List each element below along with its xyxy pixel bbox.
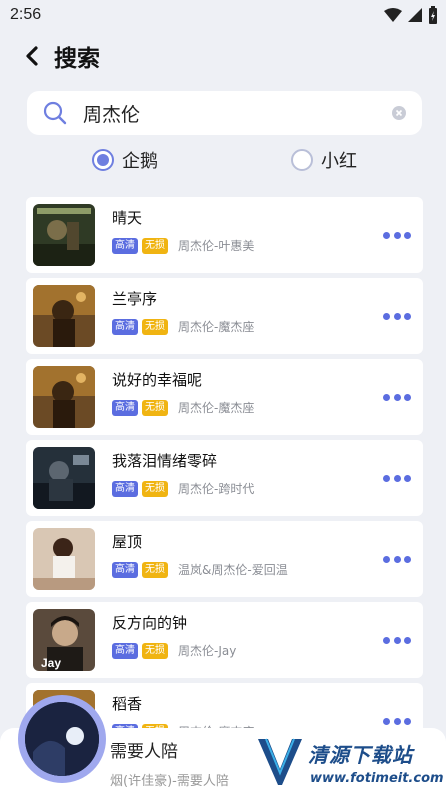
album-cover <box>33 285 95 347</box>
cover-text: Jay <box>41 656 61 670</box>
source-label: 企鹅 <box>122 151 158 172</box>
chevron-left-icon <box>26 46 38 66</box>
song-meta: 高清 无损 周杰伦-叶惠美 <box>112 237 254 254</box>
radio-unselected-icon <box>291 149 313 171</box>
lossless-badge: 无损 <box>142 399 168 416</box>
more-icon[interactable] <box>383 311 411 321</box>
more-icon[interactable] <box>383 230 411 240</box>
source-label: 小红 <box>321 151 357 172</box>
watermark-url: www.fotimeit.com <box>310 771 444 786</box>
song-meta: 高清 无损 温岚&周杰伦-爱回温 <box>112 561 288 578</box>
search-input[interactable]: 周杰伦 <box>27 91 422 135</box>
now-playing-title: 需要人陪 <box>110 742 178 762</box>
wifi-icon <box>384 8 402 22</box>
radio-selected-icon <box>92 149 114 171</box>
lossless-badge: 无损 <box>142 237 168 254</box>
lossless-badge: 无损 <box>142 561 168 578</box>
song-meta: 高清 无损 周杰伦-跨时代 <box>112 480 254 497</box>
song-item[interactable]: 我落泪情绪零碎 高清 无损 周杰伦-跨时代 <box>26 440 423 516</box>
song-meta: 高清 无损 周杰伦-魔杰座 <box>112 399 254 416</box>
hd-badge: 高清 <box>112 237 138 254</box>
hd-badge: 高清 <box>112 480 138 497</box>
more-icon[interactable] <box>383 635 411 645</box>
more-icon[interactable] <box>383 473 411 483</box>
search-icon <box>43 101 67 125</box>
album-cover: Jay <box>33 609 95 671</box>
hd-badge: 高清 <box>112 399 138 416</box>
page-title: 搜索 <box>54 46 100 72</box>
source-selector: 企鹅 小红 <box>0 147 446 177</box>
album-cover <box>33 528 95 590</box>
watermark: 清源下载站 www.fotimeit.com <box>256 735 444 793</box>
song-title: 我落泪情绪零碎 <box>112 452 218 470</box>
song-artist-album: 周杰伦-叶惠美 <box>178 239 255 253</box>
lossless-badge: 无损 <box>142 318 168 335</box>
song-artist-album: 周杰伦-Jay <box>178 644 237 658</box>
signal-icon <box>408 8 422 22</box>
status-icons <box>384 6 438 24</box>
hd-badge: 高清 <box>112 642 138 659</box>
album-cover <box>33 447 95 509</box>
more-icon[interactable] <box>383 554 411 564</box>
lossless-badge: 无损 <box>142 480 168 497</box>
source-option-xiaohong[interactable]: 小红 <box>291 147 357 173</box>
song-item[interactable]: Jay 反方向的钟 高清 无损 周杰伦-Jay <box>26 602 423 678</box>
watermark-name: 清源下载站 <box>308 743 413 767</box>
battery-icon <box>429 6 437 24</box>
song-title: 兰亭序 <box>112 290 158 308</box>
song-item[interactable]: 晴天 高清 无损 周杰伦-叶惠美 <box>26 197 423 273</box>
disc-cover-art <box>25 702 99 776</box>
song-meta: 高清 无损 周杰伦-Jay <box>112 642 236 659</box>
search-query[interactable]: 周杰伦 <box>83 100 392 127</box>
source-option-qie[interactable]: 企鹅 <box>92 147 158 173</box>
song-artist-album: 温岚&周杰伦-爱回温 <box>178 563 288 577</box>
song-list: 晴天 高清 无损 周杰伦-叶惠美 兰亭序 高清 无损 周杰伦-魔杰座 说好的幸福… <box>26 197 423 764</box>
song-artist-album: 周杰伦-跨时代 <box>178 482 255 496</box>
back-button[interactable] <box>20 41 44 71</box>
song-title: 晴天 <box>112 209 143 227</box>
now-playing-subtitle: 烟(许佳豪)-需要人陪 <box>110 774 229 789</box>
song-meta: 高清 无损 周杰伦-魔杰座 <box>112 318 254 335</box>
album-cover <box>33 204 95 266</box>
more-icon[interactable] <box>383 716 411 726</box>
song-item[interactable]: 屋顶 高清 无损 温岚&周杰伦-爱回温 <box>26 521 423 597</box>
song-item[interactable]: 说好的幸福呢 高清 无损 周杰伦-魔杰座 <box>26 359 423 435</box>
hd-badge: 高清 <box>112 561 138 578</box>
song-title: 稻香 <box>112 695 143 713</box>
header: 搜索 <box>0 36 446 76</box>
status-time: 2:56 <box>10 6 42 23</box>
now-playing-disc[interactable] <box>18 695 106 783</box>
lossless-badge: 无损 <box>142 642 168 659</box>
song-item[interactable]: 兰亭序 高清 无损 周杰伦-魔杰座 <box>26 278 423 354</box>
more-icon[interactable] <box>383 392 411 402</box>
song-title: 屋顶 <box>112 533 143 551</box>
song-title: 说好的幸福呢 <box>112 371 203 389</box>
song-artist-album: 周杰伦-魔杰座 <box>178 320 255 334</box>
song-artist-album: 周杰伦-魔杰座 <box>178 401 255 415</box>
watermark-logo <box>258 738 302 785</box>
status-bar: 2:56 <box>0 0 446 30</box>
clear-icon[interactable] <box>392 106 406 120</box>
song-title: 反方向的钟 <box>112 614 188 632</box>
hd-badge: 高清 <box>112 318 138 335</box>
album-cover <box>33 366 95 428</box>
